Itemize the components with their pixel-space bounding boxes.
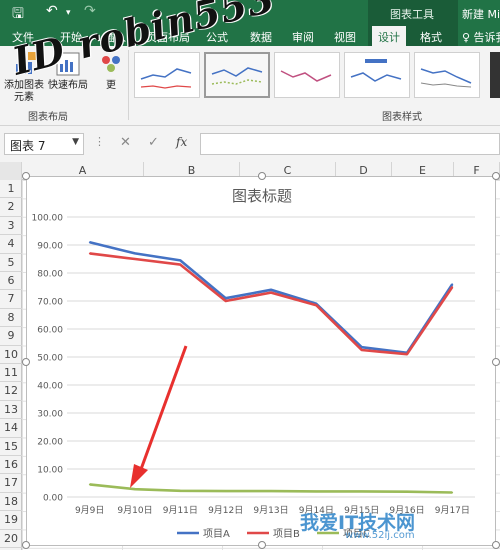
arrow-head-icon bbox=[130, 464, 148, 488]
watermark-url: www.52ij.com bbox=[345, 530, 415, 541]
annotation-arrow bbox=[130, 345, 188, 488]
